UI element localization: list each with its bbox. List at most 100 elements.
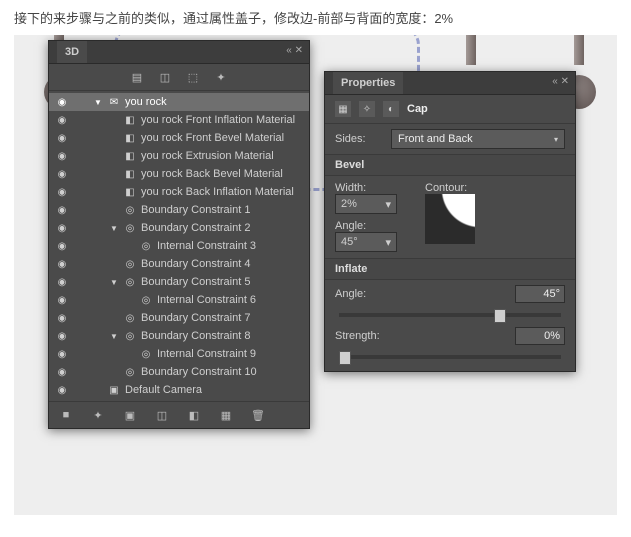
tree-row[interactable]: ◉ ◎ Boundary Constraint 7: [49, 309, 309, 327]
tree-row-label: Internal Constraint 3: [157, 240, 303, 252]
filter-material-icon[interactable]: ⬚: [186, 70, 200, 84]
tree-row-label: Boundary Constraint 5: [141, 276, 303, 288]
tree-row[interactable]: ◉◧you rock Front Inflation Material: [49, 111, 309, 129]
tree-row-label: Boundary Constraint 1: [141, 204, 303, 216]
mesh-icon[interactable]: ▦: [335, 101, 351, 117]
visibility-icon[interactable]: ◉: [55, 385, 69, 396]
visibility-icon[interactable]: ◉: [55, 169, 69, 180]
tree-row[interactable]: ◉ ◧ you rock Extrusion Material: [49, 147, 309, 165]
tree-row[interactable]: ◉ ◎ Internal Constraint 3: [49, 237, 309, 255]
deform-icon[interactable]: ✧: [359, 101, 375, 117]
footer-b-icon[interactable]: ◫: [155, 408, 169, 422]
footer-light-icon[interactable]: ✦: [91, 408, 105, 422]
visibility-icon[interactable]: ◉: [55, 97, 69, 108]
contour-preview[interactable]: [425, 194, 475, 244]
tree-row-label: Boundary Constraint 2: [141, 222, 303, 234]
visibility-icon[interactable]: ◉: [55, 295, 69, 306]
scene-tree[interactable]: ◉▼✉you rock◉◧you rock Front Inflation Ma…: [49, 91, 309, 401]
footer-camera-icon[interactable]: ■: [59, 408, 73, 422]
contour-label: Contour:: [425, 182, 475, 194]
item-type-icon: ◎: [139, 295, 153, 306]
chevron-down-icon: ▾: [554, 135, 558, 144]
item-type-icon: ◧: [123, 151, 137, 162]
sides-label: Sides:: [335, 133, 383, 145]
tree-row-label: Default Camera: [125, 384, 303, 396]
item-type-icon: ◎: [123, 367, 137, 378]
tree-row-label: Boundary Constraint 8: [141, 330, 303, 342]
bevel-angle-input[interactable]: 45°▾: [335, 232, 397, 252]
visibility-icon[interactable]: ◉: [55, 115, 69, 126]
tree-row[interactable]: ◉▣Default Camera: [49, 381, 309, 399]
tree-row-label: you rock Front Bevel Material: [141, 132, 303, 144]
cap-icon[interactable]: ◐: [383, 101, 399, 117]
footer-trash-icon[interactable]: 🗑: [251, 408, 265, 422]
tree-row[interactable]: ◉◧you rock Back Inflation Material: [49, 183, 309, 201]
item-type-icon: ◎: [139, 241, 153, 252]
visibility-icon[interactable]: ◉: [55, 259, 69, 270]
tree-row[interactable]: ◉◎Boundary Constraint 1: [49, 201, 309, 219]
tree-row[interactable]: ◉◧you rock Back Bevel Material: [49, 165, 309, 183]
panel-3d-tab[interactable]: 3D: [57, 41, 87, 63]
tree-row[interactable]: ◉◎Boundary Constraint 4: [49, 255, 309, 273]
twist-icon[interactable]: ▼: [109, 332, 119, 341]
filter-light-icon[interactable]: ✦: [214, 70, 228, 84]
visibility-icon[interactable]: ◉: [55, 349, 69, 360]
angle-label: Angle:: [335, 220, 397, 232]
panel-menu-icon[interactable]: « ✕: [286, 45, 303, 56]
tree-row[interactable]: ◉ ◎ Boundary Constraint 10: [49, 363, 309, 381]
filter-mesh-icon[interactable]: ◫: [158, 70, 172, 84]
tree-row[interactable]: ◉▼◎Boundary Constraint 5: [49, 273, 309, 291]
panel-3d[interactable]: « ✕ 3D ▤ ◫ ⬚ ✦ ◉▼✉you rock◉◧you rock Fro…: [48, 40, 310, 429]
footer-a-icon[interactable]: ▣: [123, 408, 137, 422]
panel-menu-icon[interactable]: « ✕: [552, 76, 569, 87]
inflate-strength-label: Strength:: [335, 330, 383, 342]
visibility-icon[interactable]: ◉: [55, 367, 69, 378]
footer-c-icon[interactable]: ◧: [187, 408, 201, 422]
item-type-icon: ◎: [123, 313, 137, 324]
visibility-icon[interactable]: ◉: [55, 187, 69, 198]
inflate-angle-label: Angle:: [335, 288, 383, 300]
tree-row-label: you rock Back Inflation Material: [141, 186, 303, 198]
tree-row[interactable]: ◉ ◎ Internal Constraint 9: [49, 345, 309, 363]
footer-d-icon[interactable]: ▦: [219, 408, 233, 422]
visibility-icon[interactable]: ◉: [55, 277, 69, 288]
tree-row-label: Internal Constraint 6: [157, 294, 303, 306]
tree-row[interactable]: ◉▼◎Boundary Constraint 2: [49, 219, 309, 237]
tree-row-label: Boundary Constraint 7: [141, 312, 303, 324]
visibility-icon[interactable]: ◉: [55, 205, 69, 216]
visibility-icon[interactable]: ◉: [55, 133, 69, 144]
visibility-icon[interactable]: ◉: [55, 151, 69, 162]
panel-properties[interactable]: « ✕ Properties ▦ ✧ ◐ Cap Sides: Front an…: [324, 71, 576, 372]
twist-icon[interactable]: ▼: [93, 98, 103, 107]
item-type-icon: ◎: [123, 331, 137, 342]
panel-properties-tab[interactable]: Properties: [333, 72, 403, 94]
caption-text: 接下的来步骤与之前的类似，通过属性盖子，修改边-前部与背面的宽度：2%: [0, 0, 631, 35]
bevel-header: Bevel: [325, 154, 575, 176]
visibility-icon[interactable]: ◉: [55, 331, 69, 342]
tree-row-label: Boundary Constraint 10: [141, 366, 303, 378]
item-type-icon: ◎: [139, 349, 153, 360]
tree-row[interactable]: ◉ ▼ ◎ Boundary Constraint 8: [49, 327, 309, 345]
sides-dropdown[interactable]: Front and Back▾: [391, 129, 565, 149]
tree-row[interactable]: ◉ ◎ Internal Constraint 6: [49, 291, 309, 309]
inflate-strength-slider[interactable]: [339, 355, 561, 359]
bevel-width-input[interactable]: 2%▾: [335, 194, 397, 214]
inflate-angle-slider[interactable]: [339, 313, 561, 317]
inflate-strength-value[interactable]: 0%: [515, 327, 565, 345]
cap-label: Cap: [407, 103, 428, 115]
item-type-icon: ◧: [123, 133, 137, 144]
tree-row[interactable]: ◉ ◧ you rock Front Bevel Material: [49, 129, 309, 147]
tree-row-label: Internal Constraint 9: [157, 348, 303, 360]
visibility-icon[interactable]: ◉: [55, 241, 69, 252]
filter-scene-icon[interactable]: ▤: [130, 70, 144, 84]
tree-row-label: you rock Extrusion Material: [141, 150, 303, 162]
visibility-icon[interactable]: ◉: [55, 223, 69, 234]
inflate-angle-value[interactable]: 45°: [515, 285, 565, 303]
item-type-icon: ✉: [107, 97, 121, 108]
chevron-down-icon: ▾: [385, 236, 391, 249]
visibility-icon[interactable]: ◉: [55, 313, 69, 324]
twist-icon[interactable]: ▼: [109, 224, 119, 233]
tree-row[interactable]: ◉▼✉you rock: [49, 93, 309, 111]
tree-row-label: you rock Front Inflation Material: [141, 114, 303, 126]
twist-icon[interactable]: ▼: [109, 278, 119, 287]
